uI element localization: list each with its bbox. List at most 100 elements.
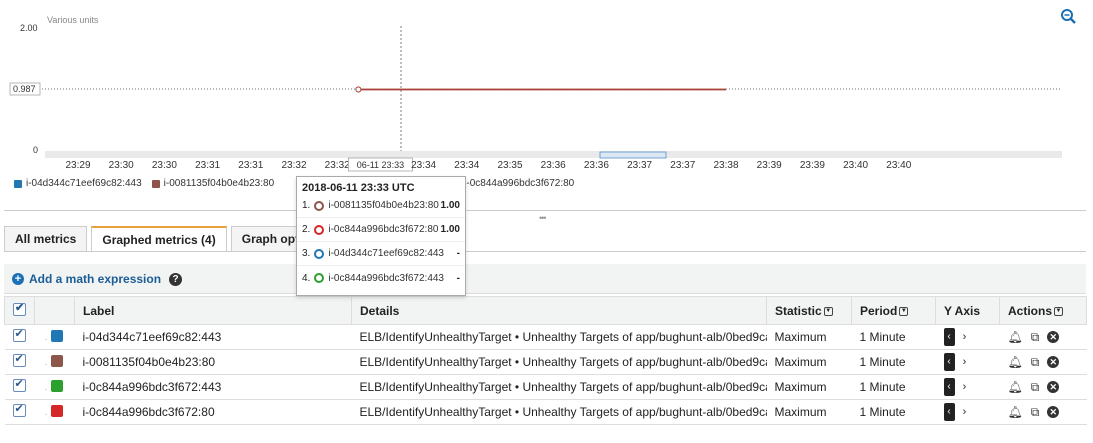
remove-icon[interactable]: ✕ <box>1047 356 1060 368</box>
x-tick-label: 23:40 <box>843 160 868 171</box>
yaxis-toggle[interactable]: ‹ › <box>943 378 971 396</box>
add-math-expression-button[interactable]: + Add a math expression ? <box>12 272 183 286</box>
row-checkbox[interactable] <box>12 352 26 367</box>
move-left-axis-icon[interactable]: ‹ <box>943 403 955 421</box>
row-period[interactable]: 1 Minute <box>851 349 936 375</box>
move-left-axis-icon[interactable]: ‹ <box>943 353 955 371</box>
copy-icon[interactable]: ⧉ <box>1031 330 1040 345</box>
series-circle-icon <box>314 273 325 283</box>
row-color-cell[interactable]: · <box>34 324 75 350</box>
series-color-swatch[interactable] <box>51 379 64 392</box>
actions-header[interactable]: Actions ▼ <box>999 296 1087 325</box>
label-header[interactable]: Label <box>74 296 352 325</box>
dropdown-icon[interactable]: ▼ <box>1054 306 1064 316</box>
legend-item[interactable]: i-04d344c71eef69c82:443 <box>14 178 142 189</box>
row-yaxis: ‹ › <box>935 324 1000 350</box>
table-row[interactable]: · i-0081135f04b0e4b23:80ELB/IdentifyUnhe… <box>4 349 1087 375</box>
row-period[interactable]: 1 Minute <box>851 374 936 400</box>
tooltip-row-label: i-0c844a996bdc3f672:80 <box>328 224 439 235</box>
row-period[interactable]: 1 Minute <box>851 399 936 425</box>
move-left-axis-icon[interactable]: ‹ <box>943 378 955 396</box>
row-statistic[interactable]: Maximum <box>766 374 852 400</box>
x-tick-label: 23:38 <box>713 160 738 171</box>
row-statistic[interactable]: Maximum <box>766 349 852 375</box>
series-color-swatch[interactable] <box>51 329 64 342</box>
statistic-header-label: Statistic <box>775 303 822 318</box>
row-checkbox[interactable] <box>12 377 26 392</box>
period-header[interactable]: Period ▼ <box>851 296 936 325</box>
tab-all-metrics[interactable]: All metrics <box>4 226 88 252</box>
legend-item[interactable]: i-0081135f04b0e4b23:80 <box>151 178 274 189</box>
tooltip-row-number: 4. <box>302 272 311 284</box>
row-checkbox-cell[interactable] <box>4 399 35 425</box>
row-checkbox[interactable] <box>12 327 26 342</box>
remove-icon[interactable]: ✕ <box>1047 406 1060 418</box>
resize-grip-icon[interactable]: ••• <box>539 213 547 223</box>
row-checkbox-cell[interactable] <box>4 324 35 350</box>
copy-icon[interactable]: ⧉ <box>1031 405 1040 420</box>
row-color-cell[interactable]: · <box>34 399 75 425</box>
row-color-cell[interactable]: · <box>34 374 75 400</box>
row-label[interactable]: i-0c844a996bdc3f672:443 <box>74 374 352 400</box>
x-tick-label: 06-11 23:33 <box>357 160 404 170</box>
row-details: ELB/IdentifyUnhealthyTarget • Unhealthy … <box>351 349 767 375</box>
bell-icon[interactable]: 🔔︎ <box>1008 380 1023 394</box>
move-right-axis-icon[interactable]: › <box>959 406 971 418</box>
series-color-swatch[interactable] <box>51 404 64 417</box>
row-checkbox-cell[interactable] <box>4 374 35 400</box>
row-color-cell[interactable]: · <box>34 349 75 375</box>
row-period[interactable]: 1 Minute <box>851 324 936 350</box>
row-label[interactable]: i-0081135f04b0e4b23:80 <box>74 349 352 375</box>
help-icon[interactable]: ? <box>169 272 183 286</box>
series-group <box>355 86 726 93</box>
details-header[interactable]: Details <box>351 296 767 325</box>
dropdown-icon[interactable]: ▼ <box>899 306 909 316</box>
tooltip-row: 4. i-0c844a996bdc3f672:443- <box>297 266 465 290</box>
bell-icon[interactable]: 🔔︎ <box>1008 330 1023 344</box>
legend-swatch <box>14 179 22 188</box>
legend-item[interactable]: i-0c844a996bdc3f672:80 <box>452 178 574 189</box>
table-row[interactable]: · i-0c844a996bdc3f672:443ELB/IdentifyUnh… <box>4 374 1087 400</box>
remove-icon[interactable]: ✕ <box>1047 381 1060 393</box>
row-label[interactable]: i-04d344c71eef69c82:443 <box>74 324 352 350</box>
move-right-axis-icon[interactable]: › <box>959 331 971 343</box>
tooltip-row-value: - <box>456 272 460 284</box>
select-all-checkbox[interactable] <box>13 301 26 316</box>
metrics-toolbar: + Add a math expression ? <box>4 264 1086 294</box>
x-tick-label: 23:32 <box>281 160 306 171</box>
row-statistic[interactable]: Maximum <box>766 324 852 350</box>
remove-icon[interactable]: ✕ <box>1047 331 1060 343</box>
x-tick-label: 23:32 <box>325 160 350 171</box>
statistic-header[interactable]: Statistic ▼ <box>766 296 852 325</box>
dropdown-icon[interactable]: ▼ <box>823 306 833 316</box>
tooltip-row-label: i-04d344c71eef69c82:443 <box>328 248 444 259</box>
row-label[interactable]: i-0c844a996bdc3f672:80 <box>74 399 352 425</box>
table-row[interactable]: · i-04d344c71eef69c82:443ELB/IdentifyUnh… <box>4 324 1087 350</box>
series-circle-icon <box>314 200 325 211</box>
move-right-axis-icon[interactable]: › <box>959 381 971 393</box>
y-marker-label: 0.987 <box>13 84 36 94</box>
copy-icon[interactable]: ⧉ <box>1031 355 1040 370</box>
panel-divider <box>4 210 1086 211</box>
move-right-axis-icon[interactable]: › <box>959 356 971 368</box>
yaxis-toggle[interactable]: ‹ › <box>943 403 971 421</box>
range-selector[interactable] <box>599 151 667 159</box>
tab-graphed-metrics[interactable]: Graphed metrics (4) <box>91 226 227 252</box>
row-statistic[interactable]: Maximum <box>766 399 852 425</box>
bell-icon[interactable]: 🔔︎ <box>1008 355 1023 369</box>
row-checkbox-cell[interactable] <box>4 349 35 375</box>
y-unit-label: Various units <box>47 15 99 25</box>
bell-icon[interactable]: 🔔︎ <box>1008 405 1023 419</box>
series-color-swatch[interactable] <box>51 354 64 367</box>
yaxis-toggle[interactable]: ‹ › <box>943 353 971 371</box>
yaxis-toggle[interactable]: ‹ › <box>943 328 971 346</box>
x-ticks: 23:29 23:30 23:30 23:31 23:31 23:32 23:32 06-11… <box>65 157 912 172</box>
series-circle-icon <box>314 224 325 235</box>
copy-icon[interactable]: ⧉ <box>1031 380 1040 395</box>
row-checkbox[interactable] <box>12 402 26 417</box>
select-all-cell[interactable] <box>4 296 35 325</box>
table-row[interactable]: · i-0c844a996bdc3f672:80ELB/IdentifyUnhe… <box>4 399 1087 425</box>
zoom-icon[interactable] <box>1060 8 1078 26</box>
move-left-axis-icon[interactable]: ‹ <box>943 328 955 346</box>
tooltip-row-number: 3. <box>302 248 311 259</box>
